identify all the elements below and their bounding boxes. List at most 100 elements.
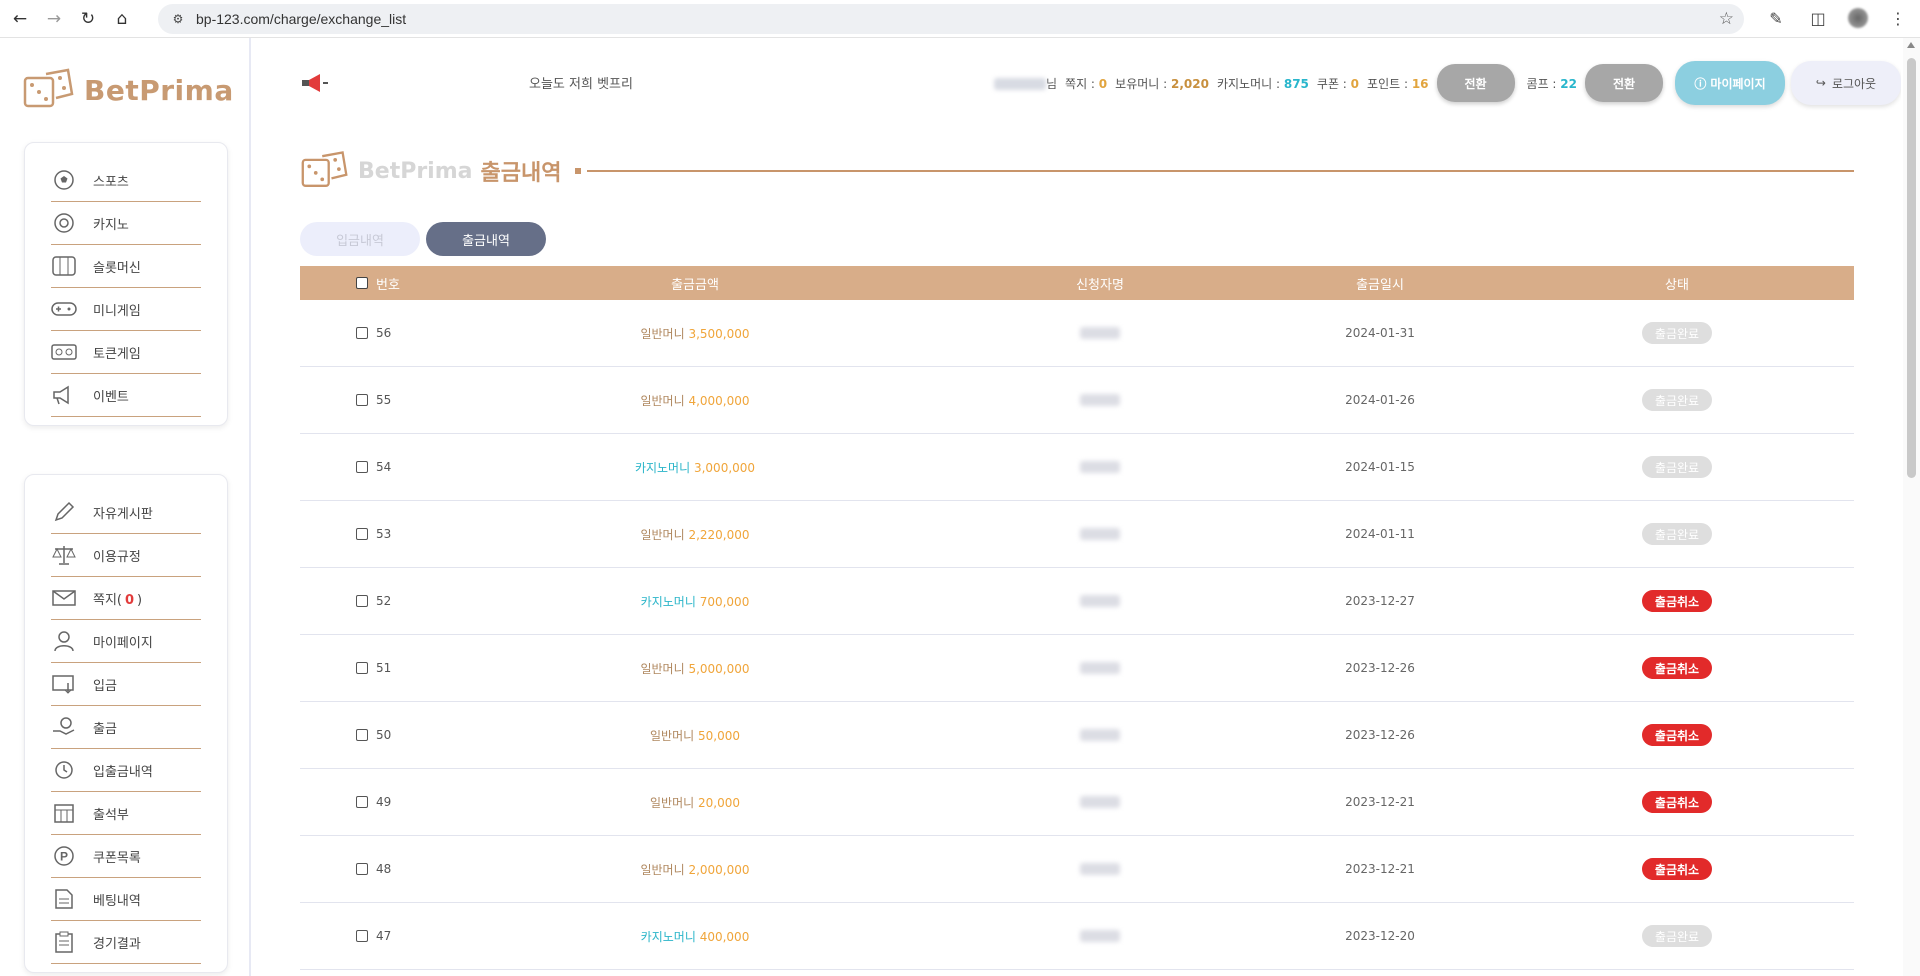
table-row: 54 카지노머니 3,000,000 2024-01-15 출금완료 <box>300 434 1854 501</box>
sidebar-item-token[interactable]: 토큰게임 <box>51 331 201 374</box>
megaphone-icon <box>51 382 77 408</box>
row-number: 52 <box>376 594 392 608</box>
svg-text:P: P <box>60 850 68 864</box>
cell-applicant <box>940 729 1260 741</box>
row-checkbox[interactable] <box>356 930 368 942</box>
sidebar-item-attendance[interactable]: 출석부 <box>51 792 201 835</box>
forward-arrow-icon[interactable]: → <box>40 5 68 33</box>
row-checkbox[interactable] <box>356 461 368 473</box>
mypage-button[interactable]: ⓘ 마이페이지 <box>1675 61 1785 105</box>
row-checkbox[interactable] <box>356 394 368 406</box>
note-value: 0 <box>1098 76 1108 91</box>
cell-status: 출금완료 <box>1500 523 1854 545</box>
amount-value: 3,000,000 <box>693 460 756 475</box>
sidebar-item-results[interactable]: 경기결과 <box>51 921 201 964</box>
calendar-icon <box>51 800 77 826</box>
row-checkbox[interactable] <box>356 863 368 875</box>
applicant-blurred <box>1080 796 1120 808</box>
cell-amount: 일반머니 2,000,000 <box>450 861 940 878</box>
cell-status: 출금완료 <box>1500 389 1854 411</box>
notice-text: 오늘도 저희 벳프리 <box>529 77 633 92</box>
cell-number: 47 <box>300 929 450 943</box>
note-count[interactable]: 쪽지 : 0 <box>1065 75 1107 92</box>
sidebar-item-messages[interactable]: 쪽지(0) <box>51 577 201 620</box>
row-checkbox[interactable] <box>356 528 368 540</box>
point-convert-button[interactable]: 전환 <box>1436 64 1515 102</box>
page-scrollbar[interactable] <box>1903 38 1920 976</box>
coupon-count: 쿠폰 : 0 <box>1317 75 1359 92</box>
scrollbar-thumb[interactable] <box>1907 58 1916 478</box>
reload-icon[interactable]: ↻ <box>74 5 102 33</box>
status-badge: 출금완료 <box>1642 925 1712 947</box>
side-panel-icon[interactable]: ◫ <box>1806 6 1830 30</box>
logout-button[interactable]: ↪ 로그아웃 <box>1791 61 1901 105</box>
site-settings-icon[interactable]: ⚙ <box>170 11 186 27</box>
cell-status: 출금취소 <box>1500 724 1854 746</box>
sidebar-item-withdraw[interactable]: 출금 <box>51 706 201 749</box>
comp-convert-button[interactable]: 전환 <box>1585 64 1663 102</box>
status-badge: 출금취소 <box>1642 657 1712 679</box>
cell-amount: 일반머니 20,000 <box>450 794 940 811</box>
holding-value: 2,020 <box>1171 76 1209 91</box>
select-all-checkbox[interactable] <box>356 277 368 289</box>
table-header: 번호 출금금액 신청자명 출금일시 상태 <box>300 266 1854 300</box>
row-checkbox[interactable] <box>356 729 368 741</box>
applicant-blurred <box>1080 394 1120 406</box>
sidebar-item-mypage[interactable]: 마이페이지 <box>51 620 201 663</box>
back-arrow-icon[interactable]: ← <box>6 5 34 33</box>
sidebar-item-history[interactable]: 입출금내역 <box>51 749 201 792</box>
cell-date: 2023-12-20 <box>1345 929 1415 943</box>
home-icon[interactable]: ⌂ <box>108 5 136 33</box>
cell-status: 출금완료 <box>1500 925 1854 947</box>
tab-deposit-history[interactable]: 입금내역 <box>300 222 420 256</box>
cell-number: 55 <box>300 393 450 407</box>
profile-avatar[interactable] <box>1848 8 1868 28</box>
row-checkbox[interactable] <box>356 662 368 674</box>
sidebar-item-board[interactable]: 자유게시판 <box>51 491 201 534</box>
sidebar-item-minigame[interactable]: 미니게임 <box>51 288 201 331</box>
scale-icon <box>51 542 77 568</box>
applicant-blurred <box>1080 729 1120 741</box>
sidebar-item-betting[interactable]: 베팅내역 <box>51 878 201 921</box>
row-checkbox[interactable] <box>356 595 368 607</box>
sidebar-item-rules[interactable]: 이용규정 <box>51 534 201 577</box>
sidebar-item-slot[interactable]: 슬롯머신 <box>51 245 201 288</box>
money-type: 카지노머니 <box>640 929 696 944</box>
scroll-up-arrow-icon[interactable] <box>1907 42 1915 48</box>
point-count: 포인트 : 16 <box>1367 75 1429 92</box>
tab-withdraw-history[interactable]: 출금내역 <box>426 222 546 256</box>
page-title: 출금내역 <box>480 161 562 186</box>
money-type: 일반머니 <box>650 795 695 810</box>
sidebar-item-casino[interactable]: 카지노 <box>51 202 201 245</box>
cell-amount: 일반머니 3,500,000 <box>450 325 940 342</box>
cell-status: 출금완료 <box>1500 322 1854 344</box>
cell-date: 2023-12-21 <box>1345 862 1415 876</box>
header-status: 상태 <box>1665 277 1689 293</box>
row-number: 49 <box>376 795 392 809</box>
extensions-icon[interactable]: ✎ <box>1764 6 1788 30</box>
sidebar-item-sports[interactable]: 스포츠 <box>51 159 201 202</box>
cell-date: 2023-12-26 <box>1345 728 1415 742</box>
username-suffix: 님 <box>1045 76 1058 91</box>
url-text[interactable]: bp-123.com/charge/exchange_list <box>196 11 406 27</box>
row-checkbox[interactable] <box>356 327 368 339</box>
point-label: 포인트 : <box>1367 76 1412 91</box>
menu-kebab-icon[interactable]: ⋮ <box>1886 6 1910 30</box>
address-bar[interactable]: ⚙ bp-123.com/charge/exchange_list ☆ <box>158 4 1744 34</box>
casino-chip-icon <box>51 210 77 236</box>
token-icon <box>51 339 77 365</box>
messages-label: 쪽지( <box>93 592 122 608</box>
cell-applicant <box>940 863 1260 875</box>
cell-status: 출금취소 <box>1500 657 1854 679</box>
history-tabs: 입금내역 출금내역 <box>300 222 546 256</box>
sidebar-item-event[interactable]: 이벤트 <box>51 374 201 417</box>
amount-value: 20,000 <box>698 795 740 810</box>
cell-number: 49 <box>300 795 450 809</box>
site-logo[interactable]: BetPrima <box>22 68 234 112</box>
sidebar-item-coupon[interactable]: P 쿠폰목록 <box>51 835 201 878</box>
bookmark-star-icon[interactable]: ☆ <box>1719 9 1734 29</box>
table-row: 53 일반머니 2,220,000 2024-01-11 출금완료 <box>300 501 1854 568</box>
row-checkbox[interactable] <box>356 796 368 808</box>
logo-text: BetPrima <box>84 73 234 107</box>
sidebar-item-deposit[interactable]: 입금 <box>51 663 201 706</box>
